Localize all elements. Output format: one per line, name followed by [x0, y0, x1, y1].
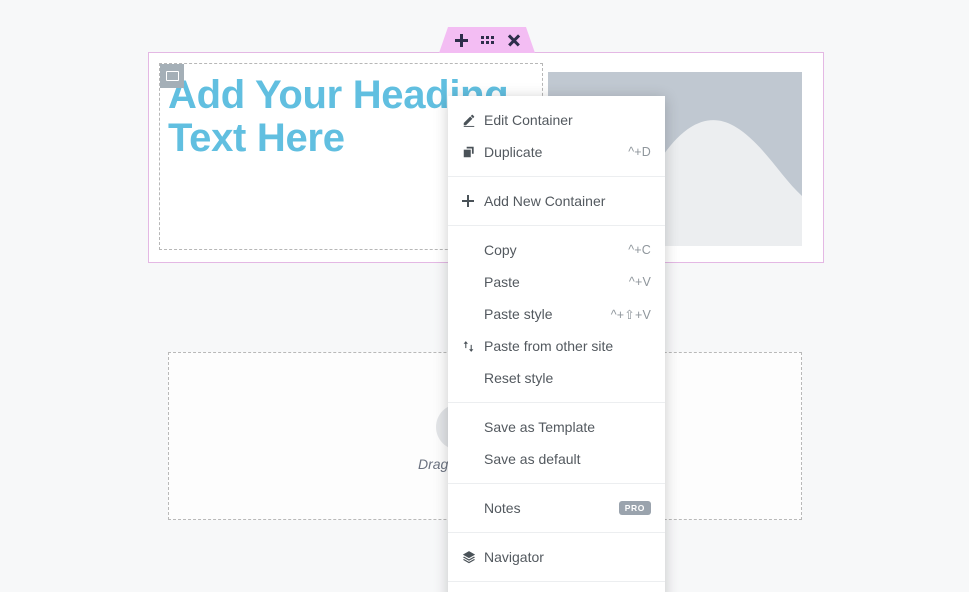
menu-item-label: Copy: [484, 242, 618, 258]
menu-item-copy[interactable]: Copy ^+C: [448, 234, 665, 266]
transfer-icon: [462, 340, 475, 353]
menu-item-label: Paste: [484, 274, 619, 290]
add-element-button[interactable]: [455, 34, 468, 47]
delete-container-button[interactable]: [507, 34, 520, 47]
transfer-icon-slot: [462, 340, 480, 353]
menu-item-shortcut: ^+⇧+V: [611, 307, 651, 322]
menu-item-paste[interactable]: Paste ^+V: [448, 266, 665, 298]
drag-dots-icon: [481, 36, 494, 45]
menu-item-label: Notes: [484, 500, 619, 516]
context-menu-group: Save as Template Save as default: [448, 403, 665, 484]
container-icon: [166, 71, 179, 81]
pencil-icon: [462, 113, 476, 127]
menu-item-label: Paste from other site: [484, 338, 651, 354]
drag-container-handle[interactable]: [481, 36, 494, 45]
context-menu-group: Add New Container: [448, 177, 665, 226]
context-menu-group: Delete: [448, 582, 665, 592]
context-menu-group: NotesPRO: [448, 484, 665, 533]
menu-item-label: Reset style: [484, 370, 651, 386]
menu-item-label: Add New Container: [484, 193, 651, 209]
menu-item-navigator[interactable]: Navigator: [448, 541, 665, 573]
menu-item-save-as-template[interactable]: Save as Template: [448, 411, 665, 443]
context-menu[interactable]: Edit Container Duplicate ^+D Add New Contai…: [448, 96, 665, 592]
menu-item-label: Duplicate: [484, 144, 618, 160]
menu-item-paste-from-other-site[interactable]: Paste from other site: [448, 330, 665, 362]
pencil-icon-slot: [462, 113, 480, 127]
close-icon: [507, 34, 520, 47]
context-menu-group: Navigator: [448, 533, 665, 582]
pro-badge: PRO: [619, 501, 651, 515]
menu-item-label: Save as default: [484, 451, 651, 467]
menu-item-save-as-default[interactable]: Save as default: [448, 443, 665, 475]
menu-item-add-new-container[interactable]: Add New Container: [448, 185, 665, 217]
layers-icon-slot: [462, 550, 480, 564]
menu-item-label: Save as Template: [484, 419, 651, 435]
duplicate-icon-slot: [462, 145, 480, 159]
layers-icon: [462, 550, 476, 564]
menu-item-label: Edit Container: [484, 112, 651, 128]
context-menu-group: Copy ^+C Paste ^+V Paste style ^+⇧+V Paste fro…: [448, 226, 665, 403]
plus-icon: [455, 34, 468, 47]
editor-canvas: Add Your Heading Text Here Drag widget h…: [0, 0, 969, 592]
menu-item-shortcut: ^+C: [628, 243, 651, 257]
plus-icon: [462, 195, 474, 207]
menu-item-reset-style[interactable]: Reset style: [448, 362, 665, 394]
duplicate-icon: [462, 145, 476, 159]
menu-item-paste-style[interactable]: Paste style ^+⇧+V: [448, 298, 665, 330]
menu-item-label: Paste style: [484, 306, 601, 322]
container-handle-button[interactable]: [160, 64, 184, 88]
menu-item-notes[interactable]: NotesPRO: [448, 492, 665, 524]
menu-item-shortcut: ^+V: [629, 275, 651, 289]
menu-item-label: Navigator: [484, 549, 651, 565]
context-menu-group: Edit Container Duplicate ^+D: [448, 96, 665, 177]
menu-item-edit-container[interactable]: Edit Container: [448, 104, 665, 136]
container-floating-toolbar[interactable]: [439, 27, 535, 53]
plus-icon-slot: [462, 195, 480, 207]
menu-item-shortcut: ^+D: [628, 145, 651, 159]
menu-item-duplicate[interactable]: Duplicate ^+D: [448, 136, 665, 168]
